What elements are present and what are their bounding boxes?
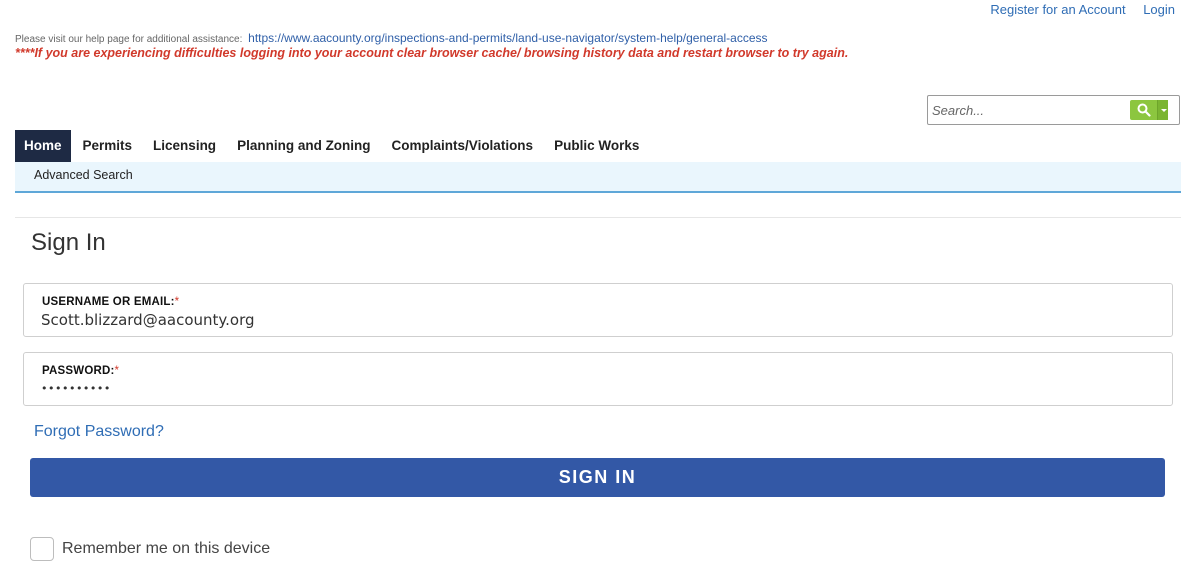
nav-item-licensing[interactable]: Licensing	[144, 130, 225, 162]
search-icon	[1137, 103, 1151, 117]
nav-item-permits[interactable]: Permits	[74, 130, 142, 162]
remember-me: Remember me on this device	[30, 537, 270, 561]
divider	[15, 217, 1181, 218]
nav-item-planning-and-zoning[interactable]: Planning and Zoning	[228, 130, 379, 162]
login-link[interactable]: Login	[1143, 2, 1175, 17]
required-marker: *	[174, 296, 180, 308]
password-field-group: PASSWORD:*	[23, 352, 1173, 406]
page-title: Sign In	[31, 229, 106, 256]
password-label: PASSWORD:*	[42, 365, 119, 377]
password-label-text: PASSWORD:	[42, 365, 115, 377]
username-label-text: USERNAME OR EMAIL:	[42, 296, 175, 308]
chevron-down-icon[interactable]	[1157, 100, 1168, 120]
sign-in-button[interactable]: SIGN IN	[30, 458, 1165, 497]
help-page-link[interactable]: https://www.aacounty.org/inspections-and…	[248, 31, 767, 45]
search-box	[927, 95, 1180, 125]
remember-me-label: Remember me on this device	[62, 540, 271, 557]
username-label: USERNAME OR EMAIL:*	[42, 296, 179, 308]
advanced-search-link[interactable]: Advanced Search	[34, 168, 133, 182]
required-marker: *	[114, 365, 120, 377]
sub-nav: Advanced Search	[15, 162, 1181, 193]
password-input[interactable]	[41, 377, 1141, 399]
search-button[interactable]	[1130, 100, 1168, 120]
username-field-group: USERNAME OR EMAIL:*	[23, 283, 1173, 337]
nav-item-complaints-violations[interactable]: Complaints/Violations	[383, 130, 543, 162]
forgot-password-link[interactable]: Forgot Password?	[34, 423, 164, 441]
remember-me-checkbox[interactable]	[30, 537, 54, 561]
help-notice: Please visit our help page for additiona…	[15, 31, 768, 45]
register-link[interactable]: Register for an Account	[990, 2, 1125, 17]
help-prefix: Please visit our help page for additiona…	[15, 34, 243, 45]
main-nav: Home Permits Licensing Planning and Zoni…	[15, 130, 651, 168]
nav-item-home[interactable]: Home	[15, 130, 71, 168]
login-warning: ****If you are experiencing difficulties…	[15, 46, 849, 60]
top-links: Register for an Account Login	[976, 2, 1175, 17]
username-input[interactable]	[41, 309, 1141, 331]
search-input[interactable]	[932, 100, 1128, 120]
nav-item-public-works[interactable]: Public Works	[545, 130, 648, 162]
